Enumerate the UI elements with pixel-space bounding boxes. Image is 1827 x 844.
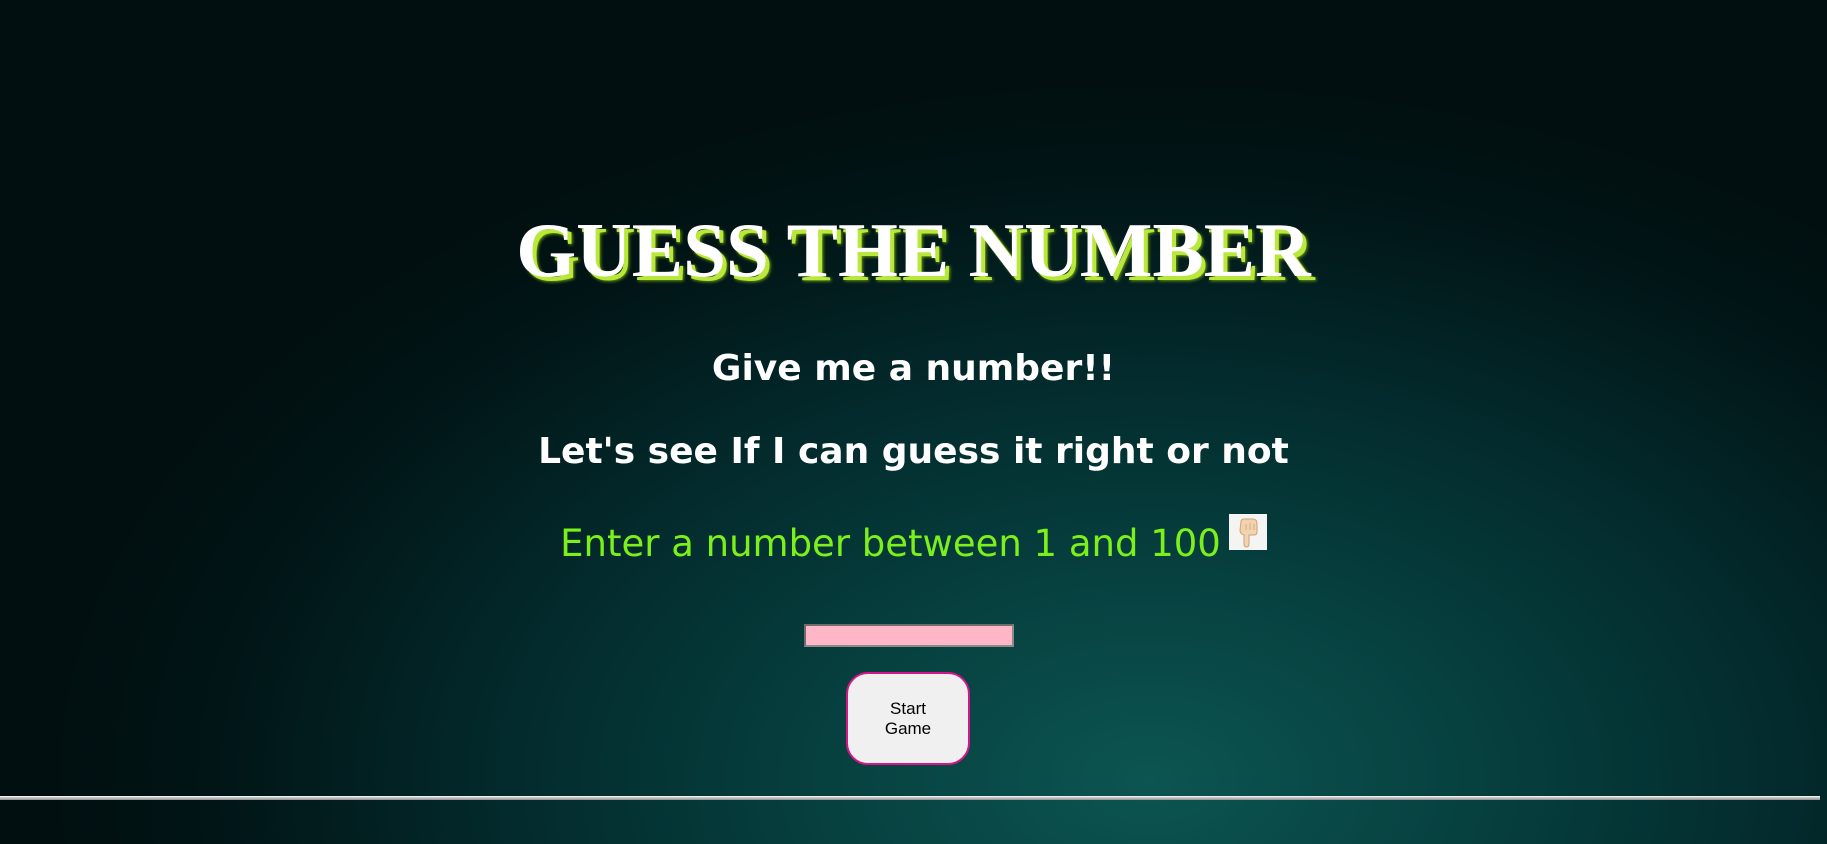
subtitle-guess-challenge: Let's see If I can guess it right or not [538,431,1289,472]
game-screen: GUESS THE NUMBER Give me a number!! Let'… [0,0,1827,844]
pointing-down-hand-icon [1228,514,1267,550]
game-title: GUESS THE NUMBER [516,207,1311,293]
horizontal-rule [0,796,1820,800]
number-input[interactable] [804,624,1014,647]
subtitle-give-number: Give me a number!! [711,348,1116,389]
start-game-button[interactable]: Start Game [846,672,970,765]
range-prompt: Enter a number between 1 and 100 [0,514,1827,569]
range-prompt-text: Enter a number between 1 and 100 [560,522,1221,565]
